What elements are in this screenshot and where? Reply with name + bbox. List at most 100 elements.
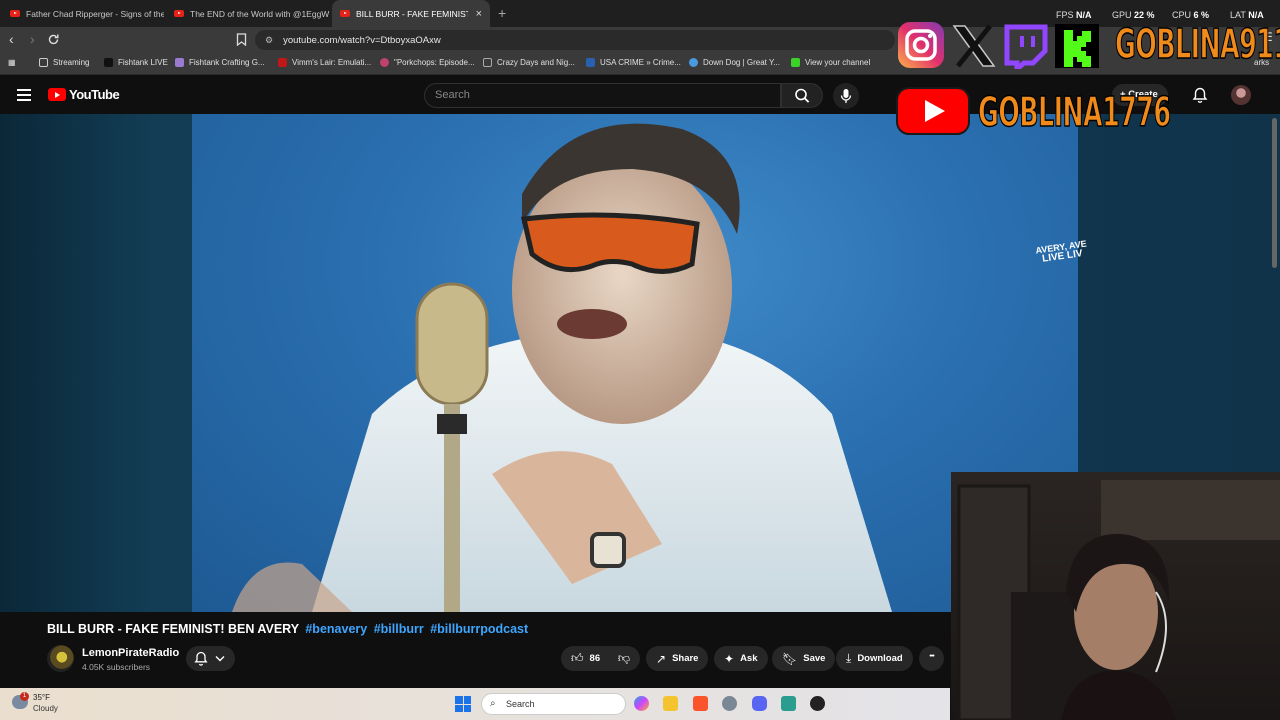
hud-value: 6 % <box>1193 10 1210 20</box>
hashtag-link[interactable]: #billburr <box>374 622 424 636</box>
channel-name[interactable]: LemonPirateRadio <box>82 647 179 659</box>
hud-label: LAT <box>1230 10 1246 20</box>
stream-social-overlay: GOBLINA911 <box>893 19 1280 72</box>
video-frame <box>232 123 892 612</box>
bookmark-icon[interactable] <box>236 33 247 46</box>
channel-avatar[interactable] <box>47 645 74 672</box>
browser-tab-active[interactable]: BILL BURR - FAKE FEMINIST! BEN × <box>332 0 490 27</box>
fishtank-favicon-icon <box>104 58 113 67</box>
sunglasses-shape <box>520 212 700 274</box>
shelf-shape <box>1101 480 1280 540</box>
page-scrollbar[interactable] <box>1272 118 1277 268</box>
share-button[interactable]: ↗ Share <box>646 646 709 671</box>
bookmark-streaming[interactable]: Streaming <box>39 58 89 67</box>
hud-value: N/A <box>1248 10 1264 20</box>
youtube-favicon-icon <box>340 10 350 17</box>
search-icon: ⌕ <box>490 698 496 709</box>
url-text: youtube.com/watch?v=DtboyxaOAxw <box>283 34 441 46</box>
tab-title: BILL BURR - FAKE FEMINIST! BEN <box>356 8 468 19</box>
account-avatar[interactable] <box>1231 85 1251 105</box>
copilot-icon[interactable] <box>634 696 649 711</box>
hud-gpu: GPU 22 % <box>1112 10 1155 20</box>
bookmark-label: Fishtank Crafting G... <box>189 58 265 67</box>
bookmark-label: View your channel <box>805 58 871 67</box>
reload-icon[interactable] <box>47 33 60 46</box>
address-bar[interactable]: ⚙ youtube.com/watch?v=DtboyxaOAxw <box>255 30 895 50</box>
obs-studio-icon[interactable] <box>810 696 825 711</box>
search-icon <box>795 88 810 103</box>
favicon-icon <box>380 58 389 67</box>
bookmark-label: "Porkchops: Episode... <box>394 58 475 67</box>
webcam-scene <box>957 480 1280 720</box>
kick-favicon-icon <box>791 58 800 67</box>
weather-temperature[interactable]: 35°F <box>33 693 50 702</box>
like-count[interactable]: 86 <box>590 653 601 664</box>
favicon-icon <box>175 58 184 67</box>
mouth-shape <box>557 309 627 339</box>
brave-browser-icon[interactable] <box>693 696 708 711</box>
search-button[interactable] <box>781 83 823 108</box>
bookmark-crazy-days[interactable]: Crazy Days and Nig... <box>483 58 575 67</box>
video-title-text: BILL BURR - FAKE FEMINIST! BEN AVERY <box>47 622 299 636</box>
youtube-logo-text: YouTube <box>69 87 120 102</box>
forward-arrow-icon[interactable]: › <box>30 31 35 47</box>
youtube-logo[interactable]: YouTube <box>48 87 120 102</box>
ask-button[interactable]: ✦ Ask <box>714 646 768 671</box>
file-explorer-icon[interactable] <box>663 696 678 711</box>
bookmark-usa-crime[interactable]: USA CRIME » Crime... <box>586 58 681 67</box>
bookmark-porkchops[interactable]: "Porkchops: Episode... <box>380 58 475 67</box>
search-input[interactable]: Search <box>424 83 781 108</box>
taskbar-search-input[interactable]: ⌕ Search <box>481 693 626 715</box>
video-player[interactable] <box>192 114 1078 612</box>
streamer-handle: GOBLINA911 <box>1115 19 1280 69</box>
site-info-icon[interactable]: ⚙ <box>265 35 273 46</box>
hud-value: N/A <box>1076 10 1092 20</box>
like-dislike-group: 👍︎ 86 👎︎ <box>561 646 640 671</box>
x-icon <box>952 24 996 68</box>
stream-youtube-overlay: GOBLINA1776 <box>893 84 1171 137</box>
bookmark-down-dog[interactable]: Down Dog | Great Y... <box>689 58 780 67</box>
bookmark-fishtank-crafting[interactable]: Fishtank Crafting G... <box>175 58 265 67</box>
download-button[interactable]: ⤓ Download <box>836 646 913 671</box>
weather-description[interactable]: Cloudy <box>33 704 58 713</box>
windows-start-icon[interactable] <box>455 696 471 712</box>
back-arrow-icon[interactable]: ‹ <box>9 31 14 47</box>
hud-label: FPS <box>1056 10 1074 20</box>
folder-icon <box>39 58 48 67</box>
save-icon: 🔖︎ <box>782 651 798 666</box>
more-actions-button[interactable]: ••• <box>919 646 944 671</box>
tab-title: The END of the World with @1EggW <box>190 8 330 19</box>
close-tab-icon[interactable]: × <box>468 8 482 20</box>
hud-value: 22 % <box>1134 10 1155 20</box>
bookmark-vimms-lair[interactable]: Vimm's Lair: Emulati... <box>278 58 371 67</box>
twitch-icon <box>1004 24 1048 69</box>
wristwatch-shape <box>590 532 626 568</box>
youtube-play-icon <box>48 88 66 101</box>
favicon-icon <box>483 58 492 67</box>
settings-gear-icon[interactable] <box>722 696 737 711</box>
voice-search-button[interactable] <box>833 83 859 109</box>
notepad-icon[interactable] <box>781 696 796 711</box>
share-icon: ↗ <box>656 651 667 666</box>
save-button[interactable]: 🔖︎ Save <box>772 646 836 671</box>
discord-icon[interactable] <box>752 696 767 711</box>
browser-tab[interactable]: The END of the World with @1EggW <box>166 0 330 27</box>
menu-icon[interactable] <box>17 89 31 104</box>
bookmark-view-channel[interactable]: View your channel <box>791 58 870 67</box>
youtube-favicon-icon <box>10 10 20 17</box>
hashtag-link[interactable]: #benavery <box>305 622 367 636</box>
apps-grid-icon[interactable]: ▦ <box>8 58 16 67</box>
dislike-icon[interactable]: 👎︎ <box>618 651 630 666</box>
hashtag-link[interactable]: #billburrpodcast <box>430 622 528 636</box>
bookmark-fishtank-live[interactable]: Fishtank LIVE <box>104 58 168 67</box>
download-icon: ⤓ <box>846 651 852 665</box>
notifications-bell-icon[interactable] <box>1192 86 1208 104</box>
subscribed-notifications-button[interactable] <box>186 646 235 671</box>
windows-taskbar: 1 35°F Cloudy ⌕ Search <box>0 688 950 720</box>
browser-tab[interactable]: Father Chad Ripperger - Signs of the <box>2 0 164 27</box>
bookmark-label: Down Dog | Great Y... <box>703 58 780 67</box>
notification-badge: 1 <box>20 692 29 701</box>
hud-label: CPU <box>1172 10 1192 20</box>
like-icon[interactable]: 👍︎ <box>571 651 584 666</box>
new-tab-button[interactable]: + <box>498 5 506 21</box>
